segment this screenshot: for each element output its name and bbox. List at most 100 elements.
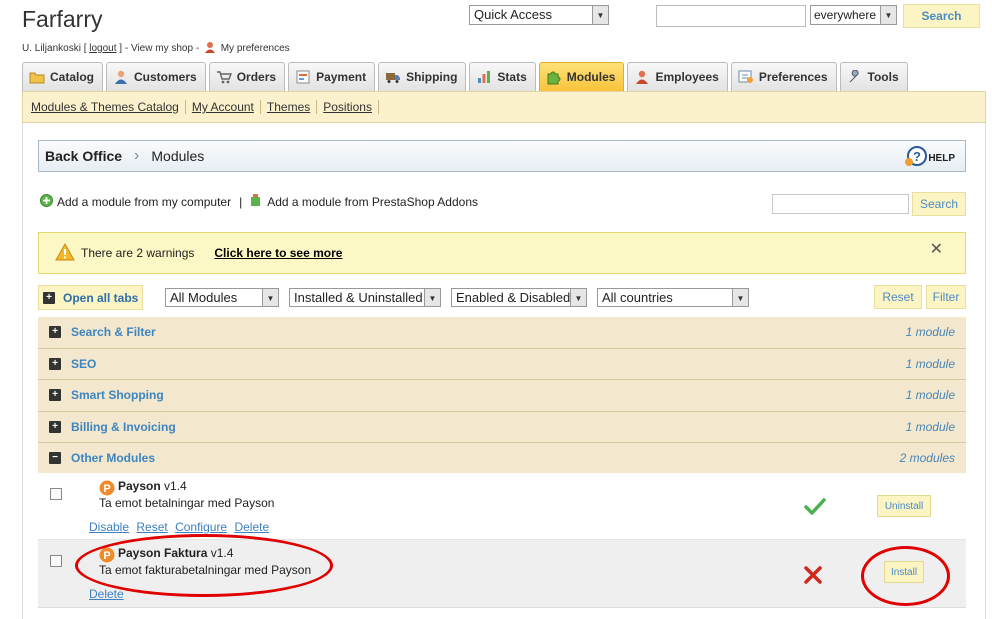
subnav-themes[interactable]: Themes <box>261 100 318 114</box>
chevron-down-icon: ▼ <box>262 289 278 306</box>
warning-banner: There are 2 warnings Click here to see m… <box>38 232 966 274</box>
close-icon[interactable]: ✕ <box>930 239 943 259</box>
logout-link[interactable]: logout <box>89 43 116 54</box>
enabled-state-select[interactable]: Enabled & Disabled ▼ <box>451 288 587 307</box>
puzzle-icon <box>546 69 562 85</box>
module-version: v1.4 <box>164 479 187 493</box>
search-scope-select[interactable]: everywhere ▼ <box>810 5 897 25</box>
category-billing-invoicing[interactable]: + Billing & Invoicing 1 module <box>38 411 966 443</box>
category-count: 2 modules <box>899 451 955 466</box>
module-actions: Disable Reset Configure Delete <box>89 520 273 534</box>
filter-button[interactable]: Filter <box>926 285 966 309</box>
enabled-state-value: Enabled & Disabled <box>456 290 571 305</box>
tab-label: Payment <box>316 70 367 84</box>
top-search-button[interactable]: Search <box>903 4 980 28</box>
category-other-modules[interactable]: − Other Modules 2 modules <box>38 443 966 475</box>
help-icon: ? <box>904 146 928 171</box>
view-shop-link[interactable]: View my shop <box>131 43 193 54</box>
tab-modules[interactable]: Modules <box>538 62 625 91</box>
tab-stats[interactable]: Stats <box>469 62 536 91</box>
module-search-button[interactable]: Search <box>912 192 966 216</box>
module-type-select[interactable]: All Modules ▼ <box>165 288 279 307</box>
add-from-addons-link[interactable]: Add a module from PrestaShop Addons <box>267 195 478 209</box>
delete-link[interactable]: Delete <box>234 520 269 534</box>
module-type-value: All Modules <box>170 290 238 305</box>
breadcrumb-root[interactable]: Back Office <box>45 148 122 164</box>
tab-customers[interactable]: Customers <box>106 62 206 91</box>
quick-access-select[interactable]: Quick Access ▼ <box>469 5 609 25</box>
category-seo[interactable]: + SEO 1 module <box>38 348 966 380</box>
module-name: Payson v1.4 <box>118 479 187 493</box>
help-button[interactable]: ? HELP <box>904 146 955 171</box>
chevron-down-icon: ▼ <box>732 289 748 306</box>
cross-icon <box>804 566 822 587</box>
category-search-filter[interactable]: + Search & Filter 1 module <box>38 317 966 349</box>
breadcrumb: Back Office › Modules ? HELP <box>38 140 966 172</box>
tab-label: Preferences <box>758 70 828 84</box>
tab-catalog[interactable]: Catalog <box>22 62 104 91</box>
cart-icon <box>216 69 232 85</box>
module-search-input[interactable] <box>772 194 909 214</box>
open-all-tabs-label: Open all tabs <box>63 290 139 305</box>
module-name: Payson Faktura v1.4 <box>118 546 233 560</box>
separator: | <box>239 194 243 209</box>
configure-link[interactable]: Configure <box>175 520 227 534</box>
subnav-modules-themes-catalog[interactable]: Modules & Themes Catalog <box>25 100 186 114</box>
user-line: U. Liljankoski [ logout ] - View my shop… <box>22 42 290 54</box>
chevron-down-icon: ▼ <box>880 6 896 24</box>
user-icon <box>113 69 129 85</box>
module-checkbox[interactable] <box>50 555 62 567</box>
chevron-down-icon: ▼ <box>592 6 608 24</box>
tab-label: Shipping <box>406 70 458 84</box>
top-search-input[interactable] <box>656 5 806 27</box>
open-all-tabs-button[interactable]: + Open all tabs <box>38 285 143 310</box>
disable-link[interactable]: Disable <box>89 520 129 534</box>
tab-tools[interactable]: Tools <box>839 62 908 91</box>
user-name: U. Liljankoski <box>22 43 81 54</box>
install-button[interactable]: Install <box>884 561 924 583</box>
tab-preferences[interactable]: Preferences <box>730 62 837 91</box>
delete-link[interactable]: Delete <box>89 587 124 601</box>
category-count: 1 module <box>905 388 955 403</box>
subnav-positions[interactable]: Positions <box>317 100 379 114</box>
reset-link[interactable]: Reset <box>136 520 167 534</box>
module-checkbox[interactable] <box>50 488 62 500</box>
warning-see-more-link[interactable]: Click here to see more <box>214 246 342 260</box>
module-version: v1.4 <box>210 546 234 560</box>
expand-icon: + <box>49 326 61 339</box>
help-label: HELP <box>928 153 955 164</box>
module-actions: Delete <box>89 587 128 601</box>
expand-icon: + <box>49 357 61 370</box>
reset-button[interactable]: Reset <box>874 285 922 309</box>
svg-text:P: P <box>103 550 110 562</box>
uninstall-button[interactable]: Uninstall <box>877 495 931 517</box>
install-state-value: Installed & Uninstalled <box>294 290 423 305</box>
sub-navigation: Modules & Themes Catalog My Account Them… <box>22 91 986 123</box>
chart-icon <box>476 69 492 85</box>
plus-icon: + <box>43 291 55 304</box>
subnav-my-account[interactable]: My Account <box>186 100 261 114</box>
quick-access-value: Quick Access <box>474 7 553 22</box>
my-preferences-link[interactable]: My preferences <box>221 43 290 54</box>
warning-text: There are 2 warnings <box>81 246 195 260</box>
module-categories: + Search & Filter 1 module + SEO 1 modul… <box>38 317 966 475</box>
breadcrumb-current: Modules <box>151 148 205 164</box>
search-scope-value: everywhere <box>814 8 877 22</box>
countries-select[interactable]: All countries ▼ <box>597 288 749 307</box>
main-tabs: Catalog Customers Orders Payment Shippin… <box>22 62 911 91</box>
add-circle-icon <box>40 193 53 210</box>
tab-payment[interactable]: Payment <box>288 62 376 91</box>
module-description: Ta emot fakturabetalningar med Payson <box>99 563 312 577</box>
truck-icon <box>385 69 401 85</box>
install-state-select[interactable]: Installed & Uninstalled ▼ <box>289 288 441 307</box>
category-smart-shopping[interactable]: + Smart Shopping 1 module <box>38 380 966 412</box>
tab-shipping[interactable]: Shipping <box>378 62 467 91</box>
chevron-down-icon: ▼ <box>424 289 440 306</box>
tab-employees[interactable]: Employees <box>627 62 728 91</box>
category-name: Other Modules <box>71 451 156 466</box>
category-name: SEO <box>71 356 97 371</box>
add-from-computer-link[interactable]: Add a module from my computer <box>57 195 231 209</box>
preferences-icon <box>738 69 754 85</box>
tab-orders[interactable]: Orders <box>208 62 286 91</box>
tab-label: Modules <box>566 70 616 84</box>
